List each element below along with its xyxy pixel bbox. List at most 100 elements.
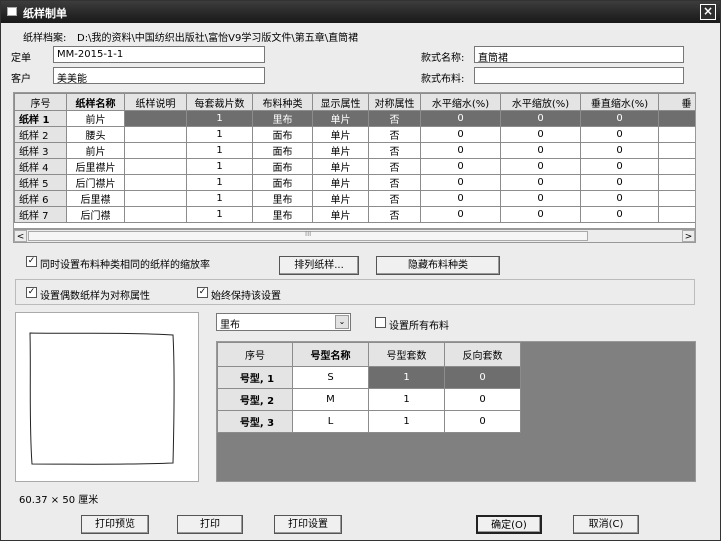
row-header[interactable]: 纸样 7: [14, 206, 67, 223]
pieces-cell[interactable]: 1: [186, 126, 253, 143]
scroll-right-icon[interactable]: >: [682, 230, 695, 242]
size-row-header[interactable]: 号型, 2: [217, 388, 293, 411]
sizes-col-header[interactable]: 号型名称: [292, 342, 369, 367]
row-header[interactable]: 纸样 2: [14, 126, 67, 143]
pieces-cell[interactable]: 里布: [252, 110, 313, 127]
pieces-col-header[interactable]: 显示属性: [312, 93, 369, 111]
pieces-cell[interactable]: 面布: [252, 126, 313, 143]
pieces-cell[interactable]: 单片: [312, 110, 369, 127]
pieces-cell[interactable]: 0: [580, 206, 659, 223]
pieces-cell[interactable]: 0: [580, 190, 659, 207]
pieces-cell[interactable]: 面布: [252, 174, 313, 191]
pieces-cell[interactable]: 面布: [252, 158, 313, 175]
pieces-cell[interactable]: 1: [186, 206, 253, 223]
row-header[interactable]: 纸样 3: [14, 142, 67, 159]
pieces-cell[interactable]: 里布: [252, 190, 313, 207]
pieces-cell[interactable]: 否: [368, 126, 421, 143]
size-row-header[interactable]: 号型, 3: [217, 410, 293, 433]
style-fabric-field[interactable]: [474, 67, 684, 84]
pieces-col-header[interactable]: 对称属性: [368, 93, 421, 111]
pieces-cell[interactable]: 0: [500, 142, 581, 159]
print-button[interactable]: 打印: [177, 515, 243, 534]
pieces-row[interactable]: 纸样 3 前片 1 面布 单片否 0 0 0: [14, 142, 695, 159]
pieces-cell[interactable]: 0: [580, 158, 659, 175]
sizes-cell[interactable]: 0: [444, 388, 521, 411]
pieces-col-header[interactable]: 纸样说明: [124, 93, 187, 111]
customer-field[interactable]: 美美能: [53, 67, 265, 84]
pieces-cell[interactable]: [124, 142, 187, 159]
order-field[interactable]: MM-2015-1-1: [53, 46, 265, 63]
pieces-col-header[interactable]: 水平缩放(%): [500, 93, 581, 111]
same-fabric-scale-checkbox[interactable]: ✓: [26, 256, 37, 267]
sizes-col-header[interactable]: 反向套数: [444, 342, 521, 367]
pieces-cell[interactable]: [124, 158, 187, 175]
pieces-row[interactable]: 纸样 1 前片 1 里布 单片否 0 0 0: [14, 110, 695, 127]
pieces-cell[interactable]: 后门襟: [66, 206, 125, 223]
pieces-row[interactable]: 纸样 4 后里襟片 1 面布 单片否 0 0 0: [14, 158, 695, 175]
pieces-cell[interactable]: 单片: [312, 190, 369, 207]
sizes-row[interactable]: 号型, 2M10: [217, 388, 521, 411]
pieces-cell[interactable]: 1: [186, 110, 253, 127]
sizes-row[interactable]: 号型, 3L10: [217, 410, 521, 433]
fabric-select[interactable]: 里布 ⌄: [216, 313, 351, 331]
sizes-cell[interactable]: 1: [368, 366, 445, 389]
pieces-cell[interactable]: 1: [186, 174, 253, 191]
sort-pieces-button[interactable]: 排列纸样...: [279, 256, 359, 275]
pieces-cell[interactable]: [124, 126, 187, 143]
sizes-col-header[interactable]: 序号: [217, 342, 293, 367]
pieces-cell[interactable]: 后门襟片: [66, 174, 125, 191]
row-header[interactable]: 纸样 1: [14, 110, 67, 127]
pieces-cell[interactable]: [124, 206, 187, 223]
pieces-cell[interactable]: 0: [500, 206, 581, 223]
pieces-cell[interactable]: 腰头: [66, 126, 125, 143]
pieces-cell[interactable]: [658, 206, 695, 223]
pieces-cell[interactable]: 后里襟片: [66, 158, 125, 175]
pieces-row[interactable]: 纸样 6 后里襟 1 里布 单片否 0 0 0: [14, 190, 695, 207]
pieces-col-header[interactable]: 序号: [14, 93, 67, 111]
pieces-col-header[interactable]: 垂直缩水(%): [580, 93, 659, 111]
close-button[interactable]: ×: [700, 4, 716, 20]
pieces-cell[interactable]: [658, 110, 695, 127]
pieces-col-header[interactable]: 纸样名称: [66, 93, 125, 111]
pieces-cell[interactable]: [658, 126, 695, 143]
pieces-col-header[interactable]: 水平缩水(%): [420, 93, 501, 111]
pieces-cell[interactable]: 里布: [252, 206, 313, 223]
pieces-cell[interactable]: [658, 190, 695, 207]
pieces-cell[interactable]: 否: [368, 142, 421, 159]
pieces-cell[interactable]: [658, 158, 695, 175]
pieces-cell[interactable]: 1: [186, 190, 253, 207]
pieces-cell[interactable]: 0: [580, 126, 659, 143]
pieces-cell[interactable]: 后里襟: [66, 190, 125, 207]
pieces-cell[interactable]: 0: [420, 190, 501, 207]
pieces-col-header[interactable]: 每套裁片数: [186, 93, 253, 111]
title-bar[interactable]: 纸样制单 ×: [1, 1, 720, 23]
pieces-cell[interactable]: 0: [500, 110, 581, 127]
pieces-cell[interactable]: 0: [420, 110, 501, 127]
sizes-cell[interactable]: 0: [444, 410, 521, 433]
pieces-cell[interactable]: 0: [420, 142, 501, 159]
pieces-cell[interactable]: [124, 174, 187, 191]
sizes-cell[interactable]: 1: [368, 388, 445, 411]
pieces-cell[interactable]: 单片: [312, 142, 369, 159]
pieces-cell[interactable]: 单片: [312, 158, 369, 175]
pieces-cell[interactable]: 0: [500, 174, 581, 191]
keep-setting-checkbox[interactable]: ✓: [197, 287, 208, 298]
pieces-cell[interactable]: [658, 142, 695, 159]
sizes-row[interactable]: 号型, 1S10: [217, 366, 521, 389]
pieces-cell[interactable]: 否: [368, 190, 421, 207]
pieces-cell[interactable]: 0: [420, 158, 501, 175]
pieces-cell[interactable]: 1: [186, 142, 253, 159]
scroll-thumb[interactable]: III: [28, 230, 588, 241]
pieces-cell[interactable]: 0: [420, 206, 501, 223]
sizes-cell[interactable]: 1: [368, 410, 445, 433]
sizes-cell[interactable]: S: [292, 366, 369, 389]
pieces-cell[interactable]: 前片: [66, 142, 125, 159]
pieces-cell[interactable]: 0: [500, 158, 581, 175]
pieces-cell[interactable]: 0: [580, 110, 659, 127]
pieces-cell[interactable]: 否: [368, 158, 421, 175]
print-setup-button[interactable]: 打印设置: [274, 515, 342, 534]
pieces-cell[interactable]: [124, 110, 187, 127]
row-header[interactable]: 纸样 5: [14, 174, 67, 191]
pieces-cell[interactable]: 单片: [312, 174, 369, 191]
sizes-cell[interactable]: 0: [444, 366, 521, 389]
